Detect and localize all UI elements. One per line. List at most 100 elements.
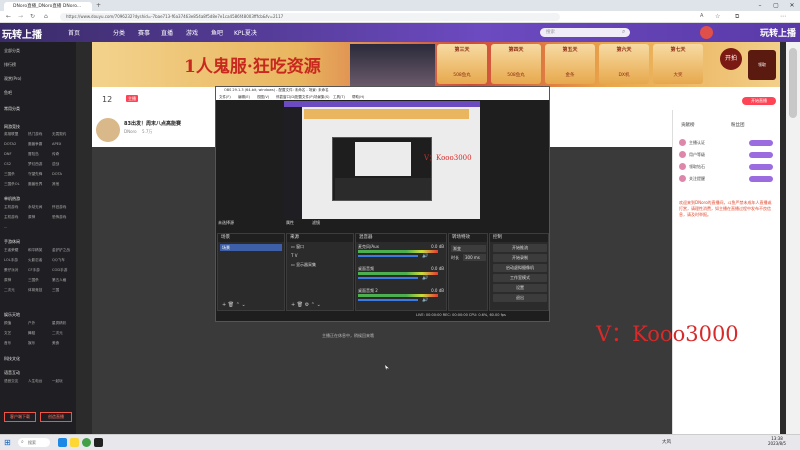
sidebar-category-link[interactable]: 怀旧游戏 <box>52 205 66 210</box>
file-explorer-icon[interactable] <box>70 438 79 447</box>
site-logo-right[interactable]: 玩转上播 <box>760 26 796 39</box>
sidebar-category-link[interactable]: 无畏契约 <box>52 132 66 137</box>
forward-icon[interactable]: → <box>18 13 23 20</box>
mixer-volume-slider[interactable] <box>358 255 418 257</box>
sidebar-category-link[interactable]: 人生电台 <box>28 379 42 384</box>
ranking-row[interactable]: 用户等级 <box>679 150 775 160</box>
sidebar-category-link[interactable]: 三国杀 <box>4 172 15 177</box>
obs-menu-item[interactable]: 停靠窗口(D) <box>276 94 295 100</box>
source-item[interactable]: ▭ 显示器采集 <box>291 262 316 268</box>
sidebar-section-title[interactable]: 语音互动 <box>4 370 20 376</box>
sidebar-category-link[interactable]: DOTA2 <box>4 142 16 146</box>
obs-menu-item[interactable]: 配置文件(P) <box>295 94 314 100</box>
speaker-icon[interactable]: 🔊 <box>422 253 428 259</box>
nav-kpl[interactable]: KPL夏决 <box>234 28 257 37</box>
home-icon[interactable]: ⌂ <box>44 13 48 20</box>
sidebar-category-link[interactable]: 原神 <box>28 215 35 220</box>
source-item[interactable]: T V <box>291 253 297 258</box>
sidebar-category-link[interactable]: 舞蹈 <box>28 331 35 336</box>
sidebar-category-link[interactable]: CF手游 <box>28 268 40 273</box>
duration-input[interactable]: 300 ms <box>463 254 486 261</box>
follow-button[interactable]: 开始直播 <box>742 97 776 105</box>
nav-events[interactable]: 赛事 <box>138 28 150 37</box>
obs-window[interactable]: OBS 29.1.3 (64-bit, windows) - 配置文件: 未命名… <box>215 86 550 322</box>
nav-home[interactable]: 首页 <box>68 28 80 37</box>
sidebar-category-link[interactable]: 永劫无间 <box>28 205 42 210</box>
avatar[interactable] <box>700 26 713 39</box>
weather-widget[interactable]: 大风 <box>662 439 671 445</box>
obs-tab-filters[interactable]: 滤镜 <box>312 220 320 226</box>
banner-cta-sub[interactable]: 领取 <box>748 50 776 80</box>
sidebar-category-link[interactable]: 美食 <box>52 341 59 346</box>
reload-icon[interactable]: ↻ <box>30 13 35 20</box>
sidebar-category-link[interactable]: 王者荣耀 <box>4 248 18 253</box>
sidebar-section-title[interactable]: 娱乐天地 <box>4 312 20 318</box>
obs-menu-item[interactable]: 视图(V) <box>257 94 269 100</box>
sidebar-category-link[interactable]: 热门游戏 <box>28 132 42 137</box>
obs-control-button[interactable]: 设置 <box>493 284 547 292</box>
sidebar-item-rank[interactable]: 排行榜 <box>4 62 16 68</box>
site-logo[interactable]: 玩转上播 <box>2 26 42 41</box>
page-scrollbar[interactable] <box>786 42 800 434</box>
sidebar-section-title[interactable]: 单机热游 <box>4 196 20 202</box>
download-client-button[interactable]: 客户端下载 <box>4 412 36 422</box>
sidebar-category-link[interactable]: 体育竞技 <box>28 288 42 293</box>
zoom-indicator[interactable]: A <box>700 13 703 19</box>
streamer-avatar[interactable] <box>96 118 120 142</box>
sidebar-category-link[interactable]: 文艺 <box>4 331 11 336</box>
nav-fishbar[interactable]: 鱼吧 <box>211 28 223 37</box>
sidebar-item-fishbar[interactable]: 鱼吧 <box>4 90 12 96</box>
sidebar-section-title[interactable]: 手游休闲 <box>4 239 20 245</box>
ranking-row[interactable]: 领取钻石 <box>679 162 775 172</box>
sidebar-category-link[interactable]: LOL手游 <box>4 258 18 263</box>
sidebar-category-link[interactable]: 主机游戏 <box>4 215 18 220</box>
sidebar-category-link[interactable]: 魔兽争霸 <box>28 142 42 147</box>
url-field[interactable]: https://www.douyu.com/7096232?dyshid=-7b… <box>60 13 560 21</box>
mixer-volume-slider[interactable] <box>358 299 418 301</box>
sidebar-category-link[interactable]: 二次元 <box>52 331 63 336</box>
obs-control-button[interactable]: 开始录制 <box>493 254 547 262</box>
obs-control-button[interactable]: 启动虚拟摄像机 <box>493 264 547 272</box>
search-icon[interactable]: ⌕ <box>622 28 625 36</box>
sidebar-category-link[interactable]: 二次元 <box>4 288 15 293</box>
tab-fans[interactable]: 粉丝团 <box>731 122 745 128</box>
sidebar-item-pro[interactable]: 观赏(Pro) <box>4 76 21 82</box>
mixer-volume-slider[interactable] <box>358 277 418 279</box>
speaker-icon[interactable]: 🔊 <box>422 275 428 281</box>
edge-icon[interactable] <box>58 438 67 447</box>
sidebar-category-link[interactable]: 传奇 <box>52 152 59 157</box>
search-input[interactable]: 搜索 <box>540 28 630 37</box>
banner-day-card[interactable]: 第四天 508鱼丸 <box>491 44 541 84</box>
banner-day-card[interactable]: 第六天 DX机 <box>599 44 649 84</box>
sidebar-category-link[interactable]: 英雄联盟 <box>4 132 18 137</box>
sidebar-category-link[interactable]: QQ飞车 <box>52 258 65 263</box>
obs-tab-properties[interactable]: 属性 <box>286 220 294 226</box>
sidebar-category-link[interactable]: 语音交友 <box>4 379 18 384</box>
sidebar-category-link[interactable]: COD手游 <box>52 268 67 273</box>
sidebar-category-link[interactable]: APEX <box>52 142 61 146</box>
sidebar-category-link[interactable]: 三国杀OL <box>4 182 20 187</box>
sidebar-category-link[interactable]: 和平精英 <box>28 248 42 253</box>
banner-cta[interactable]: 开拍 <box>720 48 742 70</box>
banner-day-card[interactable]: 第七天 大奖 <box>653 44 703 84</box>
banner-day-card[interactable]: 第五天 金条 <box>545 44 595 84</box>
speaker-icon[interactable]: 🔊 <box>422 297 428 303</box>
sidebar-category-link[interactable]: DNF <box>4 152 12 156</box>
obs-menu-item[interactable]: 文件(F) <box>219 94 231 100</box>
back-icon[interactable]: ← <box>6 13 11 20</box>
obs-menu-item[interactable]: 场景集(S) <box>314 94 329 100</box>
obs-control-button[interactable]: 工作室模式 <box>493 274 547 282</box>
sidebar-category-link[interactable]: 逆战 <box>52 162 59 167</box>
close-icon[interactable]: ✕ <box>784 0 800 11</box>
ranking-row[interactable]: 主播认证 <box>679 138 775 148</box>
tab-contribution[interactable]: 贡献榜 <box>681 122 695 128</box>
obs-taskbar-icon[interactable] <box>94 438 103 447</box>
sidebar-category-link[interactable]: 颜值 <box>4 321 11 326</box>
source-item[interactable]: ▭ 窗口 <box>291 244 304 250</box>
maximize-icon[interactable]: ▢ <box>768 0 784 11</box>
sidebar-category-link[interactable]: 星秀精彩 <box>52 321 66 326</box>
obs-menu-item[interactable]: 帮助(H) <box>352 94 364 100</box>
extensions-icon[interactable]: ⧉ <box>735 13 739 21</box>
sidebar-category-link[interactable]: 音乐 <box>4 341 11 346</box>
sidebar-category-link[interactable]: 恐怖游戏 <box>52 215 66 220</box>
